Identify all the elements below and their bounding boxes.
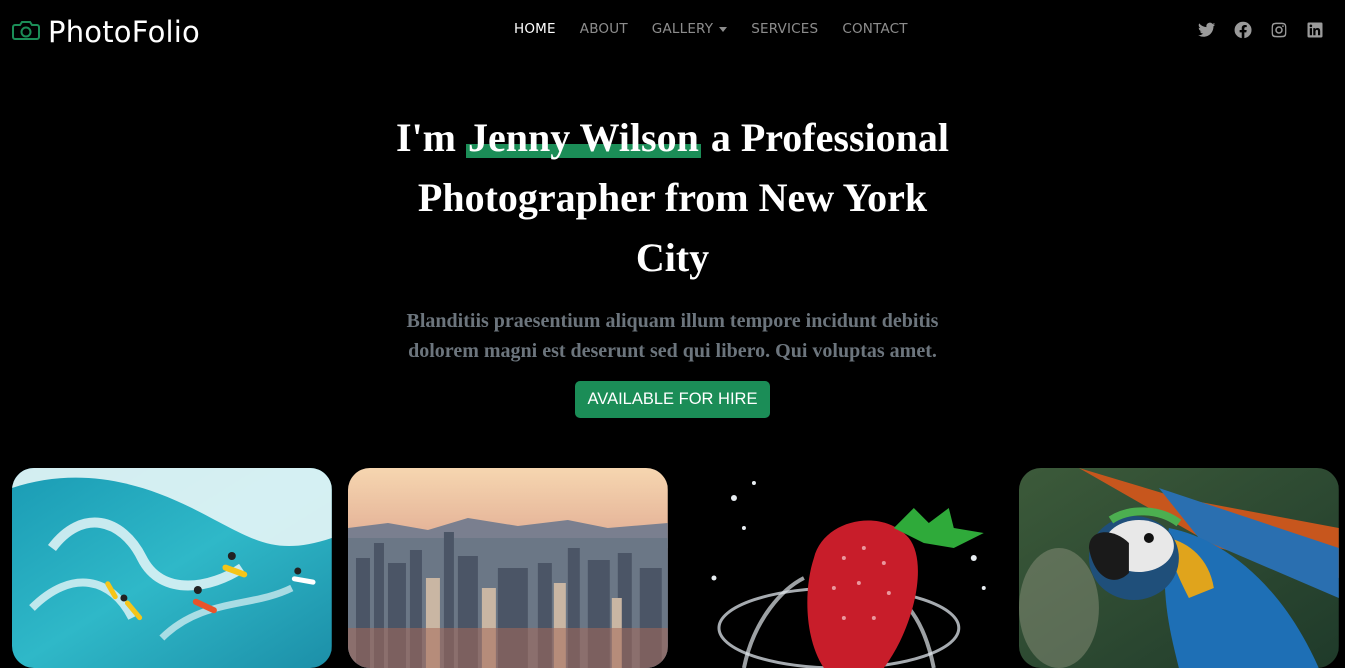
nav-about[interactable]: ABOUT [568, 20, 640, 38]
camera-icon [12, 19, 40, 46]
gallery-card-surfers[interactable] [12, 468, 332, 668]
nav-home[interactable]: HOME [502, 20, 568, 38]
nav-gallery[interactable]: GALLERY [640, 20, 739, 38]
site-header: PhotoFolio HOME ABOUT GALLERY SERVICES C… [0, 0, 1345, 60]
nav-gallery-label: GALLERY [651, 21, 714, 37]
linkedin-icon [1307, 22, 1323, 38]
instagram-link[interactable] [1269, 20, 1289, 40]
hero-name-highlight: Jenny Wilson [466, 115, 701, 160]
nav-contact[interactable]: CONTACT [830, 20, 919, 38]
gallery-grid [12, 468, 1339, 668]
instagram-icon [1271, 22, 1287, 38]
nav-services[interactable]: SERVICES [739, 20, 830, 38]
hero-subtitle: Blanditiis praesentium aliquam illum tem… [406, 310, 939, 362]
brand-name: PhotoFolio [48, 15, 200, 49]
surfers-photo [12, 468, 332, 668]
linkedin-link[interactable] [1305, 20, 1325, 40]
gallery-card-parrot[interactable] [1019, 468, 1339, 668]
hero-title: I'm Jenny Wilson a Professional Photogra… [383, 108, 963, 288]
parrot-photo [1019, 468, 1339, 668]
chevron-down-icon [719, 26, 728, 32]
available-for-hire-button[interactable]: AVAILABLE FOR HIRE [574, 381, 771, 418]
facebook-link[interactable] [1233, 20, 1253, 40]
hero-title-prefix: I'm [396, 115, 466, 160]
twitter-link[interactable] [1197, 20, 1217, 40]
strawberry-splash-photo [683, 468, 1004, 668]
main-nav: HOME ABOUT GALLERY SERVICES CONTACT [502, 20, 920, 38]
city-skyline-photo [347, 468, 668, 668]
social-links [1197, 20, 1325, 40]
gallery-card-strawberry[interactable] [683, 468, 1004, 668]
gallery-card-city[interactable] [347, 468, 668, 668]
brand-logo[interactable]: PhotoFolio [12, 12, 200, 52]
hero-section: I'm Jenny Wilson a Professional Photogra… [0, 108, 1345, 418]
facebook-icon [1234, 21, 1252, 39]
twitter-icon [1198, 22, 1216, 37]
